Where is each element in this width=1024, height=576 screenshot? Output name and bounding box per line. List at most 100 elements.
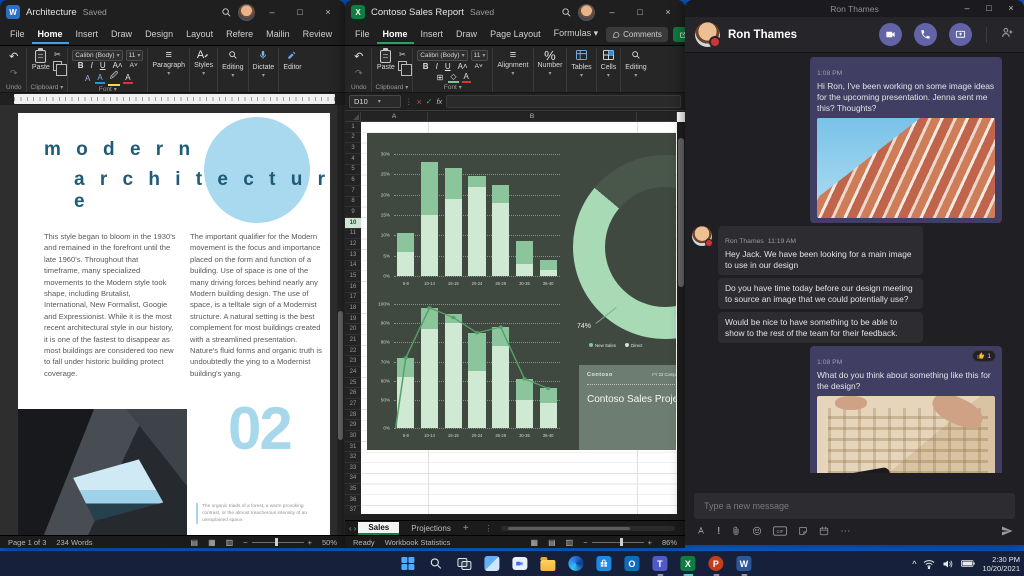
row-header-26[interactable]: 26 [345, 388, 361, 400]
normal-view-icon[interactable]: ▦ [531, 538, 539, 547]
word-tab-draw[interactable]: Draw [105, 26, 138, 44]
maximize-button[interactable]: □ [629, 3, 651, 21]
taskbar-store-icon[interactable] [594, 554, 613, 573]
word-tab-design[interactable]: Design [139, 26, 179, 44]
word-vertical-scrollbar[interactable] [337, 105, 344, 535]
account-avatar[interactable] [578, 3, 595, 21]
styles-group[interactable]: A Styles ▾ [189, 48, 217, 92]
close-button[interactable]: × [317, 3, 339, 21]
font-group[interactable]: Calibri (Body) ▾ 11 ▾ B I U A˄ A˅ ⊞ ◇ A Fo… [412, 48, 492, 92]
sales-dashboard-object[interactable]: 30% 25% 20% 15% 10% 5% 0% 5-9 10-14 15-19 20-24 25-… [367, 133, 676, 450]
alignment-group[interactable]: ≡ Alignment ▾ [492, 48, 532, 92]
minimize-button[interactable]: – [601, 3, 623, 21]
highlight-icon[interactable]: A [95, 73, 105, 84]
print-layout-icon[interactable]: ▦ [208, 538, 216, 547]
row-header-14[interactable]: 14 [345, 261, 361, 272]
zoom-level[interactable]: 86% [662, 538, 677, 547]
borders-icon[interactable]: ⊞ [435, 73, 446, 82]
cells-group[interactable]: Cells ▾ [595, 48, 621, 92]
row-header-28[interactable]: 28 [345, 410, 361, 421]
row-header-17[interactable]: 17 [345, 293, 361, 304]
row-header-31[interactable]: 31 [345, 442, 361, 453]
tray-chevron-icon[interactable]: ^ [912, 559, 916, 569]
taskbar-chat-icon[interactable] [510, 554, 529, 573]
row-header-15[interactable]: 15 [345, 271, 361, 282]
row-header-4[interactable]: 4 [345, 154, 361, 165]
excel-tab-page-layout[interactable]: Page Layout [484, 26, 547, 44]
font-name-select[interactable]: Calibri (Body) ▾ [72, 50, 123, 61]
battery-icon[interactable] [961, 559, 976, 568]
undo-icon[interactable]: ↶ [7, 50, 20, 63]
contact-avatar[interactable] [695, 22, 721, 48]
building-photo[interactable] [817, 118, 995, 218]
row-header-22[interactable]: 22 [345, 346, 361, 357]
italic-button[interactable]: I [434, 62, 440, 71]
row-header-2[interactable]: 2 [345, 133, 361, 144]
column-header-b[interactable]: B [428, 112, 637, 121]
row-header-35[interactable]: 35 [345, 484, 361, 495]
word-count[interactable]: 234 Words [56, 538, 92, 547]
row-header-7[interactable]: 7 [345, 186, 361, 197]
fill-color-icon[interactable]: ◇ [448, 72, 459, 83]
close-button[interactable]: × [1000, 0, 1022, 15]
row-header-23[interactable]: 23 [345, 356, 361, 368]
screen-share-button[interactable] [949, 23, 972, 46]
row-header-29[interactable]: 29 [345, 420, 361, 432]
grow-font-icon[interactable]: A˄ [111, 61, 125, 70]
formula-input[interactable] [446, 95, 681, 108]
undo-group[interactable]: ↶ ↷ Undo [2, 48, 26, 92]
select-all-corner[interactable] [345, 112, 361, 121]
volume-icon[interactable] [942, 559, 954, 569]
row-header-16[interactable]: 16 [345, 282, 361, 293]
bold-button[interactable]: B [76, 61, 86, 70]
clipboard-group[interactable]: Paste ✂ Clipboard ▾ [25, 48, 68, 92]
column-header-a[interactable]: A [361, 112, 428, 121]
row-header-13[interactable]: 13 [345, 250, 361, 261]
taskbar-powerpoint-icon[interactable]: P [706, 554, 725, 576]
web-layout-icon[interactable]: ▥ [226, 538, 234, 547]
word-tab-layout[interactable]: Layout [180, 26, 219, 44]
worksheet-grid[interactable]: A B 1 2 3 4 5 6 7 8 9 10 11 12 13 14 15 16 17 18 19 20 21 22 2… [345, 112, 685, 514]
editor-group[interactable]: Editor [278, 48, 305, 92]
row-header-20[interactable]: 20 [345, 324, 361, 336]
sticker-icon[interactable] [798, 526, 808, 536]
word-tab-mailin[interactable]: Mailin [260, 26, 296, 44]
name-box[interactable]: D10 ▾ [349, 95, 401, 108]
taskbar-outlook-icon[interactable]: O [622, 554, 641, 573]
word-tab-file[interactable]: File [4, 26, 31, 44]
account-avatar[interactable] [238, 3, 255, 21]
video-call-button[interactable] [879, 23, 902, 46]
reaction-badge[interactable]: 1 [972, 350, 996, 362]
row-header-37[interactable]: 37 [345, 506, 361, 514]
row-header-24[interactable]: 24 [345, 367, 361, 378]
shrink-font-icon[interactable]: A˅ [473, 63, 485, 70]
message-list[interactable]: 1:08 PM Hi Ron, I've been working on some… [685, 53, 1024, 473]
taskbar-word-icon[interactable]: W [734, 554, 753, 576]
tables-group[interactable]: Tables ▾ [566, 48, 595, 92]
cut-icon[interactable]: ✂ [54, 50, 61, 59]
zoom-slider[interactable]: − + [583, 538, 652, 547]
clipboard-group[interactable]: Paste ✂ Clipboard ▾ [370, 48, 413, 92]
row-header-18[interactable]: 18 [345, 303, 361, 314]
taskbar-teams-icon[interactable]: T [650, 554, 669, 576]
copy-icon[interactable] [52, 61, 67, 76]
redo-icon[interactable]: ↷ [353, 68, 365, 79]
dictate-group[interactable]: Dictate ▾ [247, 48, 279, 92]
row-header-19[interactable]: 19 [345, 314, 361, 325]
undo-group[interactable]: ↶ ↷ Undo [347, 48, 371, 92]
clock[interactable]: 2:30 PM 10/20/2021 [982, 555, 1020, 573]
zoom-slider[interactable]: − + [243, 538, 312, 547]
word-tab-insert[interactable]: Insert [70, 26, 105, 44]
format-icon[interactable] [696, 526, 706, 536]
taskbar-start-icon[interactable] [398, 554, 417, 573]
taskbar-excel-icon[interactable]: X [678, 554, 697, 576]
row-header-5[interactable]: 5 [345, 165, 361, 176]
redo-icon[interactable]: ↷ [8, 68, 20, 79]
underline-button[interactable]: U [443, 62, 453, 71]
model-photo[interactable] [817, 396, 995, 473]
taskbar-search-icon[interactable] [426, 554, 445, 573]
document-page[interactable]: m o d e r n a r c h i t e c t u r e This… [18, 113, 330, 535]
cut-icon[interactable]: ✂ [399, 50, 406, 59]
enter-icon[interactable]: ✓ [426, 97, 433, 106]
schedule-icon[interactable] [819, 526, 829, 536]
